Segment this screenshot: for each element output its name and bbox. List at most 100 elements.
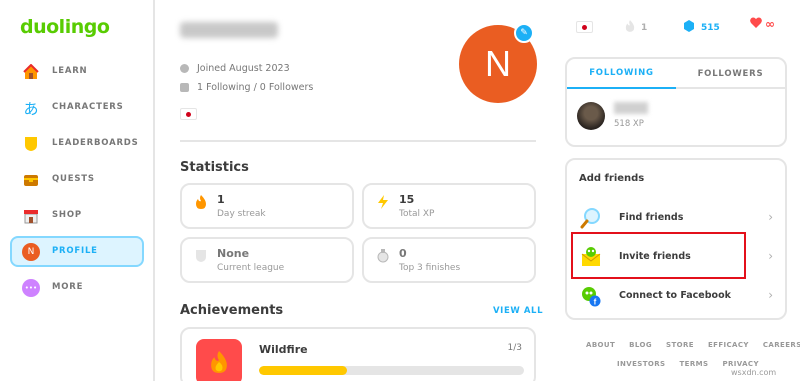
invite-friends-highlight xyxy=(571,232,746,279)
wildfire-icon xyxy=(196,339,242,381)
sidebar-item-label: LEADERBOARDS xyxy=(52,138,139,148)
friends-card: FOLLOWING FOLLOWERS 518 XP xyxy=(565,57,787,147)
achievement-progress-fill xyxy=(259,366,348,375)
sidebar-item-quests[interactable]: QUESTS xyxy=(10,164,144,195)
sidebar-item-label: QUESTS xyxy=(52,174,95,184)
friend-name-redacted[interactable] xyxy=(614,102,648,114)
stat-card-top3: 0 Top 3 finishes xyxy=(362,237,536,283)
footer-link-privacy[interactable]: PRIVACY xyxy=(722,360,759,368)
chest-icon xyxy=(22,171,40,189)
stat-card-xp: 15 Total XP xyxy=(362,183,536,229)
duolingo-logo[interactable]: duolingo xyxy=(20,16,110,38)
sidebar-item-characters[interactable]: あ CHARACTERS xyxy=(10,92,144,123)
achievement-progress-bar xyxy=(259,366,524,375)
view-all-link[interactable]: VIEW ALL xyxy=(493,306,543,316)
friends-tabs: FOLLOWING FOLLOWERS xyxy=(567,59,785,89)
achievement-card-wildfire[interactable]: Wildfire 1/3 xyxy=(180,327,536,381)
sidebar-item-label: MORE xyxy=(52,282,84,292)
footer-link-terms[interactable]: TERMS xyxy=(679,360,708,368)
chevron-right-icon: › xyxy=(768,288,773,302)
hearts-count: ∞ xyxy=(765,17,775,31)
heart-icon xyxy=(750,17,762,31)
svg-text:f: f xyxy=(594,298,597,307)
edit-avatar-button[interactable]: ✎ xyxy=(514,23,534,43)
hiragana-icon: あ xyxy=(23,99,39,118)
sidebar-item-label: LEARN xyxy=(52,66,88,76)
friend-xp: 518 XP xyxy=(614,119,644,129)
footer-link-efficacy[interactable]: EFFICACY xyxy=(708,341,749,349)
achievements-title: Achievements xyxy=(180,303,284,318)
stat-value: 0 xyxy=(399,247,407,260)
stat-card-league: None Current league xyxy=(180,237,354,283)
japan-flag-icon[interactable] xyxy=(180,108,197,120)
sidebar-item-learn[interactable]: LEARN xyxy=(10,56,144,87)
stat-label: Total XP xyxy=(399,209,435,219)
connect-facebook-row[interactable]: f Connect to Facebook › xyxy=(567,278,785,316)
footer-link-careers[interactable]: CAREERS xyxy=(763,341,800,349)
people-icon xyxy=(180,83,189,92)
tab-following[interactable]: FOLLOWING xyxy=(567,59,676,89)
stat-label: Current league xyxy=(217,263,285,273)
chevron-right-icon: › xyxy=(768,249,773,263)
footer-link-about[interactable]: ABOUT xyxy=(586,341,615,349)
pencil-icon: ✎ xyxy=(520,28,528,38)
profile-name-redacted xyxy=(180,22,278,38)
stat-card-streak: 1 Day streak xyxy=(180,183,354,229)
sidebar-item-more[interactable]: ••• MORE xyxy=(10,272,144,303)
streak-count: 1 xyxy=(641,22,648,33)
find-friends-label: Find friends xyxy=(619,212,684,223)
achievement-name: Wildfire xyxy=(259,343,308,356)
divider xyxy=(180,140,536,142)
statistics-title: Statistics xyxy=(180,160,249,175)
connect-facebook-label: Connect to Facebook xyxy=(619,290,731,301)
sidebar: duolingo LEARN あ CHARACTERS LEADERBOARDS… xyxy=(0,0,155,381)
shop-icon xyxy=(22,207,40,225)
sidebar-item-leaderboards[interactable]: LEADERBOARDS xyxy=(10,128,144,159)
flame-icon xyxy=(194,195,208,209)
shield-icon xyxy=(22,135,40,153)
avatar-icon: N xyxy=(22,243,40,261)
course-flag-icon[interactable] xyxy=(576,21,593,33)
flame-icon xyxy=(625,20,635,35)
sidebar-item-shop[interactable]: SHOP xyxy=(10,200,144,231)
house-icon xyxy=(22,63,40,81)
achievement-progress-text: 1/3 xyxy=(507,343,522,353)
gem-icon xyxy=(683,20,695,35)
sidebar-item-profile[interactable]: N PROFILE xyxy=(10,236,144,267)
hearts-counter[interactable]: ∞ xyxy=(750,17,775,31)
streak-counter[interactable]: 1 xyxy=(625,20,647,35)
chevron-right-icon: › xyxy=(768,210,773,224)
follow-counts: 1 Following / 0 Followers xyxy=(197,82,314,93)
friend-avatar[interactable] xyxy=(577,102,605,130)
stat-value: None xyxy=(217,247,250,260)
facebook-icon: f xyxy=(579,284,603,308)
footer-links-row1: ABOUT BLOG STORE EFFICACY CAREERS xyxy=(586,341,800,349)
add-friends-title: Add friends xyxy=(579,173,645,184)
tab-followers[interactable]: FOLLOWERS xyxy=(676,59,785,89)
more-icon: ••• xyxy=(22,279,40,297)
joined-row: Joined August 2023 xyxy=(180,63,290,74)
more-dots: ••• xyxy=(24,284,38,292)
stat-label: Top 3 finishes xyxy=(399,263,461,273)
avatar-letter: N xyxy=(485,43,511,84)
footer-link-investors[interactable]: INVESTORS xyxy=(617,360,665,368)
joined-date: Joined August 2023 xyxy=(197,63,290,74)
magnifier-icon xyxy=(579,206,603,230)
watermark: wsxdn.com xyxy=(731,368,777,377)
gem-count: 515 xyxy=(701,22,720,33)
gems-counter[interactable]: 515 xyxy=(683,20,720,35)
sidebar-item-label: PROFILE xyxy=(52,246,98,256)
lightning-icon xyxy=(376,195,390,209)
profile-main: Joined August 2023 1 Following / 0 Follo… xyxy=(155,0,560,381)
stat-value: 1 xyxy=(217,193,225,206)
sidebar-item-label: CHARACTERS xyxy=(52,102,124,112)
footer-links-row2: INVESTORS TERMS PRIVACY xyxy=(617,360,773,368)
avatar-letter: N xyxy=(27,247,35,257)
stat-value: 15 xyxy=(399,193,415,206)
stat-label: Day streak xyxy=(217,209,266,219)
medal-icon xyxy=(376,249,390,263)
clock-icon xyxy=(180,64,189,73)
footer-link-store[interactable]: STORE xyxy=(666,341,694,349)
follow-counts-row[interactable]: 1 Following / 0 Followers xyxy=(180,82,313,93)
footer-link-blog[interactable]: BLOG xyxy=(629,341,652,349)
